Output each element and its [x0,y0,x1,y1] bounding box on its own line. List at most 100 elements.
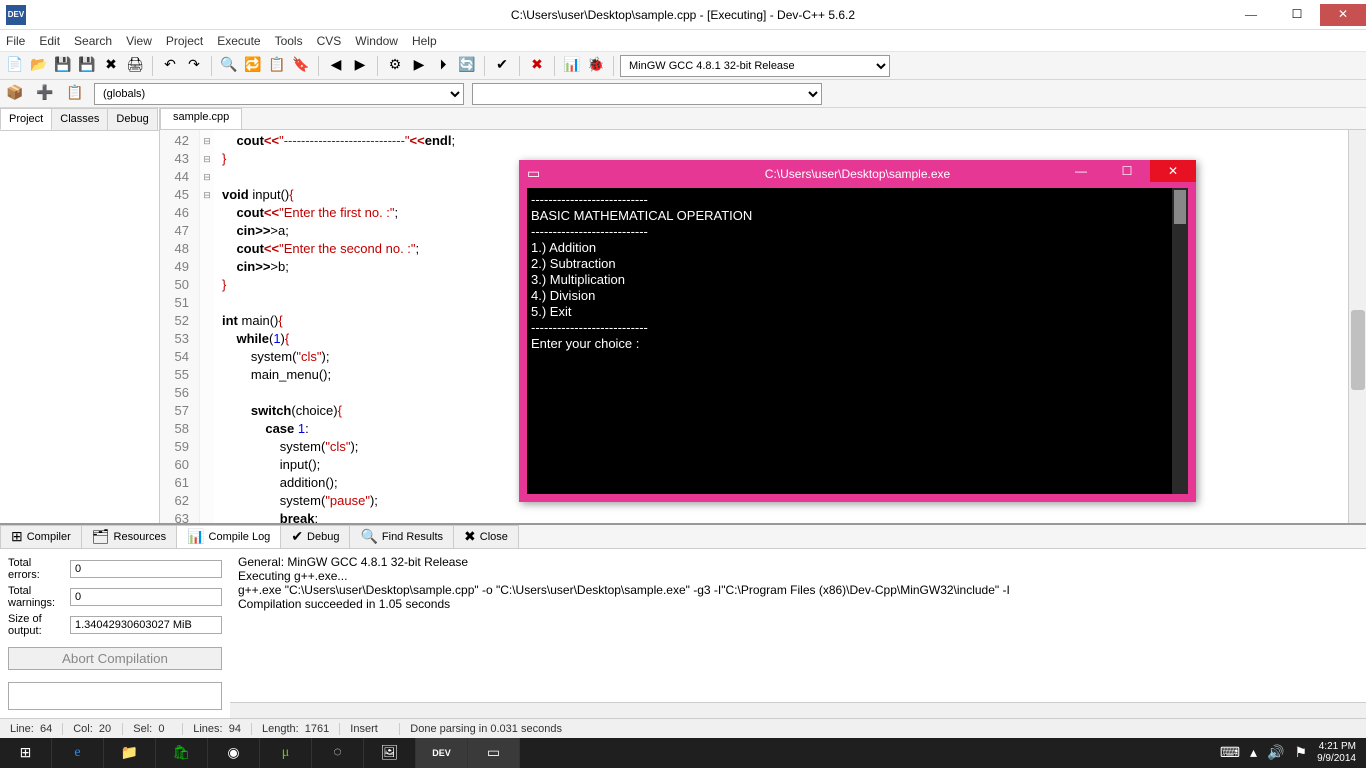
replace-icon[interactable]: 🔁 [242,55,264,77]
tray-keyboard-icon[interactable]: ⌨ [1220,745,1240,762]
taskbar: ⊞ e 📁 🛍 ◉ μ ◌ 🖼 DEV ▭ ⌨ ▴ 🔊 ⚑ 4:21 PM9/9… [0,738,1366,768]
menu-tools[interactable]: Tools [275,34,303,48]
console-title: C:\Users\user\Desktop\sample.exe [765,167,950,181]
menu-file[interactable]: File [6,34,25,48]
stop-icon[interactable]: ✖ [526,55,548,77]
menu-bar: File Edit Search View Project Execute Tools CVS… [0,30,1366,52]
new-file-icon[interactable]: 📄 [4,55,26,77]
menu-execute[interactable]: Execute [217,34,260,48]
menu-help[interactable]: Help [412,34,437,48]
bottom-tab-debug[interactable]: ✔Debug [280,525,350,548]
scope-select[interactable]: (globals) [94,83,464,105]
tray-up-icon[interactable]: ▴ [1250,745,1257,762]
console-maximize-button[interactable]: ☐ [1104,160,1150,182]
total-errors-field[interactable] [70,560,222,578]
tray-action-icon[interactable]: ⚑ [1295,745,1308,762]
fold-column[interactable]: ⊟ ⊟ ⊟ ⊟ [200,130,214,523]
file-tabs: sample.cpp [160,108,1366,130]
print-icon[interactable]: 🖨 [124,55,146,77]
taskbar-utorrent-icon[interactable]: μ [260,738,312,768]
compile-extra-field[interactable] [8,682,222,710]
total-warnings-label: Total warnings: [8,585,64,609]
menu-view[interactable]: View [126,34,152,48]
side-tab-classes[interactable]: Classes [51,108,108,130]
console-icon: ▭ [527,166,540,183]
side-tab-debug[interactable]: Debug [107,108,157,130]
resources-icon: 🗂 [92,529,110,546]
tray-volume-icon[interactable]: 🔊 [1267,745,1284,762]
find-results-icon: 🔍 [360,529,377,546]
open-file-icon[interactable]: 📂 [28,55,50,77]
goto-icon[interactable]: 📋 [266,55,288,77]
back-icon[interactable]: ◀ [325,55,347,77]
compile-log[interactable]: General: MinGW GCC 4.8.1 32-bit Release … [230,549,1366,718]
bottom-tabs: ⊞Compiler🗂Resources📊Compile Log✔Debug🔍Fi… [0,525,1366,549]
taskbar-photos-icon[interactable]: 🖼 [364,738,416,768]
taskbar-devcpp-icon[interactable]: DEV [416,738,468,768]
run-icon[interactable]: ▶ [408,55,430,77]
profile-icon[interactable]: 📊 [561,55,583,77]
compile-icon[interactable]: ⚙ [384,55,406,77]
bottom-tab-find-results[interactable]: 🔍Find Results [349,525,454,548]
line-gutter: 42 43 44 45 46 47 48 49 50 51 52 53 54 5… [160,130,200,523]
bottom-tab-compile-log[interactable]: 📊Compile Log [176,525,281,548]
file-tab-sample[interactable]: sample.cpp [160,108,242,129]
redo-icon[interactable]: ↷ [183,55,205,77]
total-warnings-field[interactable] [70,588,222,606]
main-toolbar: 📄 📂 💾 💾 ✖ 🖨 ↶ ↷ 🔍 🔁 📋 🔖 ◀ ▶ ⚙ ▶ ⏵ 🔄 ✔ ✖ … [0,52,1366,80]
tool-icon[interactable]: 🐞 [585,55,607,77]
menu-search[interactable]: Search [74,34,112,48]
bookmark-icon[interactable]: 🔖 [290,55,312,77]
taskbar-clock[interactable]: 4:21 PM9/9/2014 [1317,741,1356,765]
compile-summary: Total errors: Total warnings: Size of ou… [0,549,230,718]
output-size-label: Size of output: [8,613,64,637]
menu-cvs[interactable]: CVS [317,34,342,48]
member-select[interactable] [472,83,822,105]
menu-edit[interactable]: Edit [39,34,60,48]
side-tab-project[interactable]: Project [0,108,52,130]
compile-run-icon[interactable]: ⏵ [432,55,454,77]
forward-icon[interactable]: ▶ [349,55,371,77]
taskbar-ie-icon[interactable]: e [52,738,104,768]
vertical-scrollbar[interactable] [1348,130,1366,523]
list-icon[interactable]: 📋 [64,83,86,105]
window-title: C:\Users\user\Desktop\sample.cpp - [Exec… [511,8,855,22]
console-minimize-button[interactable]: — [1058,160,1104,182]
taskbar-app1-icon[interactable]: ◌ [312,738,364,768]
bottom-tab-compiler[interactable]: ⊞Compiler [0,525,82,548]
total-errors-label: Total errors: [8,557,64,581]
console-scrollbar[interactable] [1172,188,1188,494]
bottom-tab-resources[interactable]: 🗂Resources [81,525,177,548]
rebuild-icon[interactable]: 🔄 [456,55,478,77]
debug-icon[interactable]: ✔ [491,55,513,77]
close-file-icon[interactable]: ✖ [100,55,122,77]
horizontal-scrollbar[interactable] [230,702,1366,718]
new-class-icon[interactable]: 📦 [4,83,26,105]
output-size-field[interactable] [70,616,222,634]
bottom-panel: ⊞Compiler🗂Resources📊Compile Log✔Debug🔍Fi… [0,523,1366,718]
save-icon[interactable]: 💾 [52,55,74,77]
maximize-button[interactable]: ☐ [1274,4,1320,26]
taskbar-console-icon[interactable]: ▭ [468,738,520,768]
abort-compilation-button[interactable]: Abort Compilation [8,647,222,670]
console-window[interactable]: ▭ C:\Users\user\Desktop\sample.exe — ☐ ✕… [519,160,1196,502]
taskbar-store-icon[interactable]: 🛍 [156,738,208,768]
taskbar-explorer-icon[interactable]: 📁 [104,738,156,768]
insert-icon[interactable]: ➕ [34,83,56,105]
side-panel: ProjectClassesDebug [0,108,160,523]
taskbar-chrome-icon[interactable]: ◉ [208,738,260,768]
menu-window[interactable]: Window [355,34,398,48]
find-icon[interactable]: 🔍 [218,55,240,77]
app-icon: DEV [6,5,26,25]
bottom-tab-close[interactable]: ✖Close [453,525,519,548]
close-button[interactable]: ✕ [1320,4,1366,26]
undo-icon[interactable]: ↶ [159,55,181,77]
save-all-icon[interactable]: 💾 [76,55,98,77]
console-close-button[interactable]: ✕ [1150,160,1196,182]
console-titlebar[interactable]: ▭ C:\Users\user\Desktop\sample.exe — ☐ ✕ [519,160,1196,188]
start-button[interactable]: ⊞ [0,738,52,768]
compiler-select[interactable]: MinGW GCC 4.8.1 32-bit Release [620,55,890,77]
menu-project[interactable]: Project [166,34,203,48]
console-output[interactable]: --------------------------- BASIC MATHEM… [527,188,1188,494]
minimize-button[interactable]: — [1228,4,1274,26]
